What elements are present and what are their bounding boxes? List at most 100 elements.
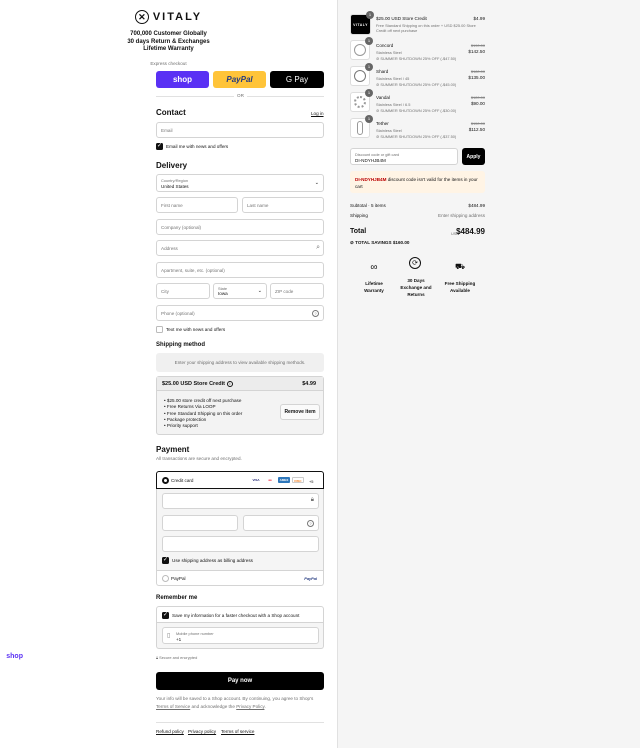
city-field[interactable]: City (156, 283, 210, 299)
refund-policy-link[interactable]: Refund policy (156, 729, 184, 734)
help-icon[interactable]: ? (312, 310, 319, 317)
phone-icon: ▯ (167, 633, 171, 639)
quantity-badge: 1 (366, 11, 374, 19)
amex-icon: AMEX (278, 477, 290, 483)
search-icon: ⌕ (316, 244, 320, 251)
perk-text: Free Returns Via LOOP (166, 404, 216, 410)
first-name-field[interactable]: First name (156, 197, 238, 213)
email-placeholder: Email (161, 128, 173, 133)
card-number-field[interactable]: 🔒︎ (162, 493, 319, 509)
info-icon[interactable]: i (227, 381, 233, 387)
contact-title: Contact (156, 108, 186, 117)
terms-of-service-link[interactable]: Terms of service (221, 729, 254, 734)
shop-pay-button[interactable]: shop (156, 71, 209, 88)
credit-card-radio[interactable] (162, 477, 169, 484)
email-field[interactable]: Email (156, 122, 324, 138)
value-prop-label: 30 Days Exchange and Returns (400, 278, 432, 297)
paypal-option[interactable]: PayPal PayPal (156, 571, 324, 586)
item-discount: ⊘ SUMMER SHUTDOWN 25% OFF (-$47.50) (376, 55, 457, 61)
quantity-badge: 1 (365, 89, 373, 97)
zip-field[interactable]: ZIP code (270, 283, 324, 299)
pay-now-label: Pay now (227, 678, 253, 684)
phone-placeholder: Phone (optional) (161, 311, 195, 316)
delivery-title: Delivery (156, 161, 188, 170)
save-info-checkbox[interactable]: ✓ (162, 611, 169, 619)
payment-title: Payment (156, 445, 190, 454)
privacy-link[interactable]: Privacy Policy (236, 704, 264, 709)
name-on-card-field[interactable] (162, 536, 319, 552)
quantity-badge: 1 (365, 115, 373, 123)
remove-item-label: Remove item (284, 409, 316, 415)
apartment-field[interactable]: Apartment, suite, etc. (optional) (156, 262, 324, 278)
billing-same-checkbox[interactable]: ✓ (162, 557, 169, 564)
country-select[interactable]: Country/Region United States ⌄ (156, 174, 324, 192)
more-cards-count: +5 (309, 478, 314, 484)
discount-error-banner: DI-NDYHJB4M discount code isn't valid fo… (350, 171, 485, 193)
company-field[interactable]: Company (optional) (156, 219, 324, 235)
news-checkbox[interactable]: ✓ (156, 143, 163, 150)
savings-value: $160.00 (392, 240, 410, 245)
infinity-icon: ∞ (370, 261, 378, 273)
item-variant: Stainless Steel (376, 50, 402, 55)
first-name-placeholder: First name (161, 203, 183, 208)
privacy-policy-link[interactable]: Privacy policy (188, 729, 216, 734)
credit-card-option[interactable]: Credit card VISA ●● AMEX DISC +5 (156, 471, 324, 489)
item-variant: Stainless Steel / 6.5 (376, 102, 411, 107)
secure-note: 🔒︎ Secure and encrypted (156, 655, 197, 660)
item-old-price: $180.00 (470, 69, 485, 74)
item-price: $135.00 (468, 75, 485, 80)
mobile-phone-value: +1 (176, 636, 182, 642)
expiration-field[interactable] (162, 515, 238, 531)
concord-thumbnail: 1 (350, 37, 373, 60)
error-code: DI-NDYHJB4M (355, 177, 387, 182)
secure-text: Secure and encrypted (159, 655, 198, 660)
total-label: Total (350, 228, 367, 235)
chain-icon (357, 121, 363, 135)
phone-field[interactable]: Phone (optional) ? (156, 305, 324, 321)
ring-icon (354, 44, 366, 56)
item-price: $90.00 (470, 101, 485, 106)
last-name-field[interactable]: Last name (242, 197, 324, 213)
terms-link[interactable]: Terms of Service (156, 704, 190, 709)
perk-item: • Priority support (164, 423, 198, 429)
order-summary: VITALY 1 $25.00 USD Store Credit Free St… (337, 0, 640, 748)
store-credit-title: $25.00 USD Store Credit (162, 381, 225, 387)
paypal-radio[interactable] (162, 575, 169, 582)
pay-now-button[interactable]: Pay now (156, 672, 324, 690)
last-name-placeholder: Last name (247, 203, 269, 208)
company-placeholder: Company (optional) (161, 225, 202, 230)
discount-code-field[interactable]: Discount code or gift card DI-NDYHJB4M (350, 148, 458, 165)
address-field[interactable]: Address ⌕ (156, 240, 324, 256)
legal-text: Your info will be saved to a Shop accoun… (156, 695, 326, 710)
legal-text-part: . (264, 703, 266, 709)
shop-logo-icon: shop (6, 653, 23, 660)
security-code-field[interactable]: ? (243, 515, 319, 531)
perk-text: Free Standard Shipping on this order (166, 410, 243, 416)
mobile-phone-field[interactable]: ▯ Mobile phone number +1 (162, 627, 319, 644)
chevron-down-icon: ⌄ (314, 180, 319, 186)
or-separator: OR (234, 93, 247, 98)
shipping-placeholder-box: Enter your shipping address to view avai… (156, 353, 324, 372)
remove-item-button[interactable]: Remove item (280, 404, 320, 420)
shop-phone-panel: ▯ Mobile phone number +1 (156, 623, 324, 649)
google-pay-button[interactable]: G Pay (270, 71, 324, 88)
free-shipping-badge: ⛟ (451, 261, 469, 273)
paypal-option-label: PayPal (171, 575, 186, 581)
state-value: Iowa (218, 291, 228, 296)
paypal-label: PayPal (226, 75, 253, 84)
state-select[interactable]: State Iowa ⌄ (213, 283, 267, 299)
perk-text: Priority support (166, 423, 198, 429)
text-me-checkbox[interactable] (156, 326, 163, 333)
tag-icon: ⊘ (350, 240, 354, 245)
paypal-button[interactable]: PayPal (213, 71, 266, 88)
item-name: Tether (376, 121, 389, 126)
save-info-option[interactable]: ✓ Save my information for a faster check… (156, 606, 324, 623)
shipping-title: Shipping method (156, 342, 205, 348)
brand-logo[interactable]: ✕ VITALY (0, 10, 337, 24)
store-credit-perks: • $25.00 store credit off next purchase … (164, 398, 242, 429)
help-icon[interactable]: ? (307, 520, 314, 527)
login-link[interactable]: Log in (311, 111, 324, 116)
item-price: $112.50 (468, 127, 485, 132)
apply-discount-button[interactable]: Apply (462, 148, 485, 165)
chevron-down-icon: ⌄ (257, 288, 262, 294)
